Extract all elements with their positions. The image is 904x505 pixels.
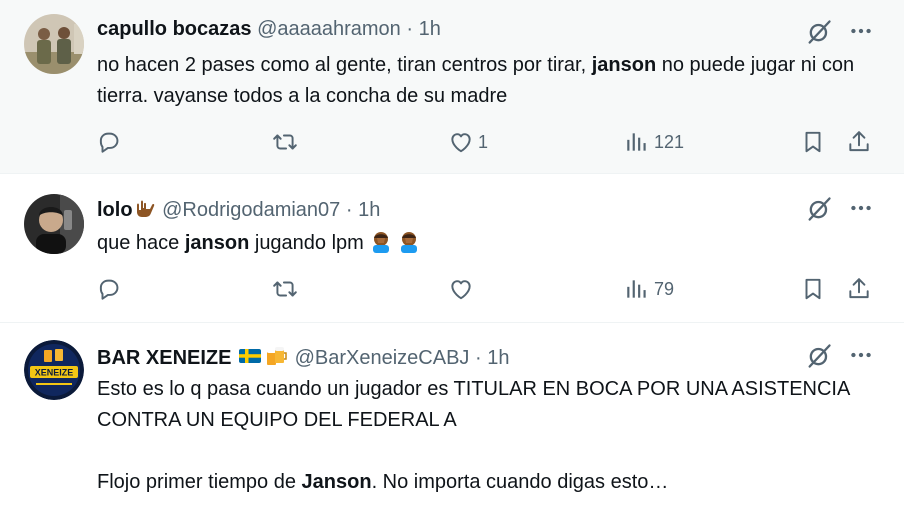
retweet-icon: [272, 276, 298, 302]
bookmark-button[interactable]: [800, 126, 826, 158]
views-button[interactable]: 79: [624, 273, 674, 305]
display-name[interactable]: BAR XENEIZE: [97, 347, 231, 369]
timestamp[interactable]: 1h: [419, 18, 441, 40]
tweet-header: lolo @Rodrigodamian07 · 1h: [97, 196, 380, 222]
tweet-text: que hace janson jugando lpm: [97, 228, 857, 259]
views-icon: [624, 276, 650, 302]
bookmark-icon: [800, 129, 826, 155]
tweet-card[interactable]: XENEIZE BAR XENEIZE @BarXeneizeCABJ · 1h…: [0, 324, 904, 505]
reply-button[interactable]: [96, 126, 126, 158]
more-icon[interactable]: [848, 18, 874, 44]
separator-dot: ·: [474, 347, 482, 369]
soldiers-photo-avatar: [24, 14, 84, 74]
tweet-header: BAR XENEIZE @BarXeneizeCABJ · 1h: [97, 344, 509, 370]
grok-icon[interactable]: [805, 342, 833, 370]
display-name[interactable]: capullo bocazas: [97, 18, 252, 40]
tweet-text-segment: no hacen 2 pases como al gente, tiran ce…: [97, 54, 592, 76]
avatar[interactable]: [24, 14, 84, 74]
highlighted-keyword: Janson: [301, 471, 372, 493]
call-me-hand-emoji: [133, 196, 157, 220]
separator-dot: ·: [406, 18, 414, 40]
like-button[interactable]: 1: [448, 126, 488, 158]
display-name[interactable]: lolo: [97, 199, 133, 221]
like-icon: [448, 276, 474, 302]
bookmark-button[interactable]: [800, 273, 826, 305]
share-icon: [846, 276, 872, 302]
tweet-header: capullo bocazas @aaaaahramon · 1h: [97, 17, 441, 41]
action-bar: 79: [0, 273, 904, 305]
reply-icon: [96, 129, 122, 155]
reply-button[interactable]: [96, 273, 126, 305]
timestamp[interactable]: 1h: [487, 347, 509, 369]
share-icon: [846, 129, 872, 155]
tweet-card[interactable]: capullo bocazas @aaaaahramon · 1h no hac…: [0, 0, 904, 174]
tweet-paragraph: Flojo primer tiempo de Janson. No import…: [97, 467, 877, 498]
tweet-text-segment: jugando lpm: [249, 232, 370, 254]
grok-icon[interactable]: [805, 18, 833, 46]
action-bar: 1 121: [0, 126, 904, 158]
reply-icon: [96, 276, 122, 302]
tweet-card[interactable]: lolo @Rodrigodamian07 · 1h que hace jans…: [0, 175, 904, 323]
bar-xeneize-logo-avatar: XENEIZE: [24, 340, 84, 400]
selfie-photo-avatar: [24, 194, 84, 254]
retweet-button[interactable]: [272, 126, 302, 158]
separator-dot: ·: [345, 199, 353, 221]
retweet-icon: [272, 129, 298, 155]
more-icon[interactable]: [848, 342, 874, 368]
facepalm-emoji: [397, 229, 421, 253]
sweden-flag-emoji: [237, 344, 263, 368]
avatar[interactable]: [24, 194, 84, 254]
tweet-text-segment: que hace: [97, 232, 185, 254]
facepalm-emoji: [369, 229, 393, 253]
like-icon: [448, 129, 474, 155]
retweet-button[interactable]: [272, 273, 302, 305]
avatar[interactable]: XENEIZE: [24, 340, 84, 400]
tweet-text: no hacen 2 pases como al gente, tiran ce…: [97, 50, 857, 112]
grok-icon[interactable]: [805, 195, 833, 223]
user-handle[interactable]: @aaaaahramon: [257, 18, 401, 40]
views-count: 79: [654, 278, 675, 299]
avatar-logo-text: XENEIZE: [35, 368, 74, 378]
share-button[interactable]: [846, 273, 872, 305]
bookmark-icon: [800, 276, 826, 302]
user-handle[interactable]: @Rodrigodamian07: [162, 199, 340, 221]
more-icon[interactable]: [848, 195, 874, 221]
highlighted-keyword: janson: [591, 54, 657, 76]
tweet-text-segment: . No importa cuando digas esto…: [371, 471, 669, 493]
tweet-text: Esto es lo q pasa cuando un jugador es T…: [97, 374, 877, 498]
views-button[interactable]: 121: [624, 126, 684, 158]
views-icon: [624, 129, 650, 155]
timestamp[interactable]: 1h: [358, 199, 380, 221]
tweet-text-segment: Flojo primer tiempo de: [97, 471, 302, 493]
views-count: 121: [654, 131, 685, 152]
user-handle[interactable]: @BarXeneizeCABJ: [295, 347, 470, 369]
like-button[interactable]: [448, 273, 478, 305]
share-button[interactable]: [846, 126, 872, 158]
highlighted-keyword: janson: [184, 232, 250, 254]
like-count: 1: [478, 131, 489, 152]
beer-mugs-emoji: [263, 344, 289, 368]
tweet-paragraph: Esto es lo q pasa cuando un jugador es T…: [97, 378, 850, 431]
